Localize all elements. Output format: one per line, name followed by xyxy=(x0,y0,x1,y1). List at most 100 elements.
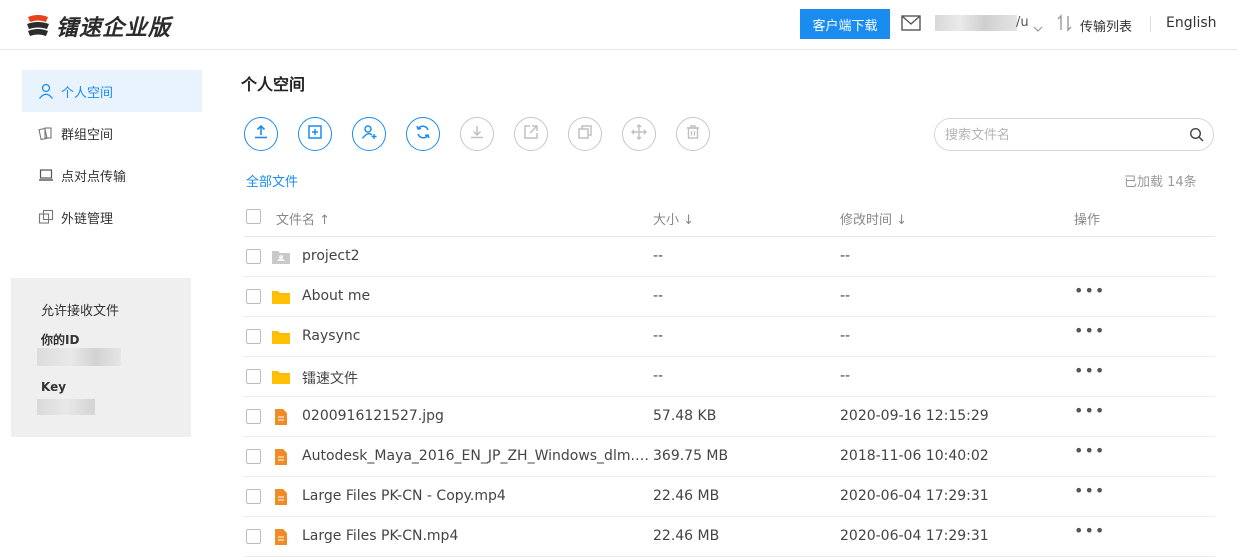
search-input[interactable] xyxy=(945,125,1185,145)
more-actions-icon[interactable]: ••• xyxy=(1074,281,1105,300)
document-icon xyxy=(271,408,291,426)
file-size: 22.46 MB xyxy=(653,488,720,504)
upload-button[interactable] xyxy=(244,117,278,151)
file-name[interactable]: 镭速文件 xyxy=(302,368,654,388)
file-modified-time: -- xyxy=(840,328,851,344)
file-modified-time: 2020-06-04 17:29:31 xyxy=(840,528,989,544)
table-header: 文件名 ↑ 大小 ↓ 修改时间 ↓ 操作 xyxy=(244,197,1215,237)
table-row[interactable]: 镭速文件 -- -- ••• xyxy=(244,357,1215,397)
user-id-label: 你的ID xyxy=(41,333,80,347)
table-row[interactable]: Large Files PK-CN - Copy.mp4 22.46 MB 2020… xyxy=(244,477,1215,517)
share-user-button[interactable] xyxy=(352,117,386,151)
sidebar-item-link-management[interactable]: 外链管理 xyxy=(22,196,202,238)
language-switch[interactable]: English xyxy=(1166,15,1217,31)
table-row[interactable]: About me -- -- ••• xyxy=(244,277,1215,317)
new-folder-icon xyxy=(306,123,324,145)
sort-down-icon: ↓ xyxy=(896,213,908,228)
sidebar-item-label: 群组空间 xyxy=(61,127,114,143)
external-link-icon xyxy=(522,123,540,145)
client-download-button[interactable]: 客户端下载 xyxy=(800,9,890,39)
column-size-label: 大小 xyxy=(653,213,680,228)
select-all-checkbox[interactable] xyxy=(246,209,261,224)
sidebar-item-personal-space[interactable]: 个人空间 xyxy=(22,70,202,112)
file-name[interactable]: 0200916121527.jpg xyxy=(302,408,654,424)
row-checkbox[interactable] xyxy=(246,449,261,464)
more-actions-icon[interactable]: ••• xyxy=(1074,361,1105,380)
new-folder-button[interactable] xyxy=(298,117,332,151)
external-link-button[interactable] xyxy=(514,117,548,151)
upload-icon xyxy=(252,123,270,145)
column-header-name[interactable]: 文件名 ↑ xyxy=(276,209,330,228)
mail-icon[interactable] xyxy=(901,15,921,35)
app-logo[interactable]: 镭速企业版 xyxy=(24,10,171,42)
document-icon xyxy=(271,488,291,506)
file-size: -- xyxy=(653,368,664,384)
file-name[interactable]: Autodesk_Maya_2016_EN_JP_ZH_Windows_dlm.… xyxy=(302,448,654,464)
table-row[interactable]: project2 -- -- xyxy=(244,237,1215,277)
row-checkbox[interactable] xyxy=(246,409,261,424)
file-name[interactable]: project2 xyxy=(302,248,654,264)
sidebar-item-label: 点对点传输 xyxy=(61,169,127,185)
move-button[interactable] xyxy=(622,117,656,151)
sidebar-item-p2p-transfer[interactable]: 点对点传输 xyxy=(22,154,202,196)
row-checkbox[interactable] xyxy=(246,529,261,544)
receive-files-title: 允许接收文件 xyxy=(41,304,120,319)
file-name[interactable]: Large Files PK-CN.mp4 xyxy=(302,528,654,544)
sidebar-item-group-space[interactable]: 群组空间 xyxy=(22,112,202,154)
file-modified-time: 2020-09-16 12:15:29 xyxy=(840,408,989,424)
transfer-list-label: 传输列表 xyxy=(1080,19,1133,35)
file-modified-time: -- xyxy=(840,368,851,384)
delete-button[interactable] xyxy=(676,117,710,151)
column-name-label: 文件名 xyxy=(276,213,316,228)
row-checkbox[interactable] xyxy=(246,289,261,304)
username-redacted[interactable] xyxy=(935,15,1017,31)
share-user-icon xyxy=(360,123,378,145)
column-header-action: 操作 xyxy=(1074,213,1101,228)
more-actions-icon[interactable]: ••• xyxy=(1074,481,1105,500)
file-modified-time: 2020-06-04 17:29:31 xyxy=(840,488,989,504)
table-row[interactable]: 0200916121527.jpg 57.48 KB 2020-09-16 12:1… xyxy=(244,397,1215,437)
move-icon xyxy=(630,123,648,145)
transfer-list-button[interactable]: 传输列表 xyxy=(1056,14,1132,36)
logo-mark-icon xyxy=(24,12,52,40)
document-icon xyxy=(271,528,291,546)
column-time-label: 修改时间 xyxy=(840,213,893,228)
refresh-icon xyxy=(414,123,432,145)
copy-button[interactable] xyxy=(568,117,602,151)
key-label: Key xyxy=(41,380,67,394)
file-name[interactable]: Raysync xyxy=(302,328,654,344)
download-button[interactable] xyxy=(460,117,494,151)
file-name[interactable]: Large Files PK-CN - Copy.mp4 xyxy=(302,488,654,504)
column-header-time[interactable]: 修改时间 ↓ xyxy=(840,209,907,228)
sidebar-item-label: 个人空间 xyxy=(61,85,114,101)
file-size: -- xyxy=(653,288,664,304)
table-row[interactable]: Raysync -- -- ••• xyxy=(244,317,1215,357)
table-row[interactable]: Large Files PK-CN.mp4 22.46 MB 2020-06-04 … xyxy=(244,517,1215,557)
delete-icon xyxy=(684,123,702,145)
row-checkbox[interactable] xyxy=(246,329,261,344)
more-actions-icon[interactable]: ••• xyxy=(1074,521,1105,540)
more-actions-icon[interactable]: ••• xyxy=(1074,321,1105,340)
top-header: 镭速企业版 客户端下载 /u 传输列表 English xyxy=(0,0,1237,50)
receive-files-panel: 允许接收文件 你的ID Key xyxy=(11,278,191,437)
group-icon xyxy=(38,125,54,141)
refresh-button[interactable] xyxy=(406,117,440,151)
column-header-size[interactable]: 大小 ↓ xyxy=(653,209,694,228)
chevron-down-icon[interactable] xyxy=(1033,18,1043,37)
breadcrumb-all-files[interactable]: 全部文件 xyxy=(246,171,298,190)
file-name[interactable]: About me xyxy=(302,288,654,304)
row-checkbox[interactable] xyxy=(246,249,261,264)
file-size: -- xyxy=(653,328,664,344)
file-size: 369.75 MB xyxy=(653,448,729,464)
more-actions-icon[interactable]: ••• xyxy=(1074,441,1105,460)
table-row[interactable]: Autodesk_Maya_2016_EN_JP_ZH_Windows_dlm.… xyxy=(244,437,1215,477)
file-size: 57.48 KB xyxy=(653,408,717,424)
search-icon[interactable] xyxy=(1189,127,1205,147)
link-icon xyxy=(38,209,54,225)
laptop-icon xyxy=(38,167,54,183)
row-checkbox[interactable] xyxy=(246,369,261,384)
more-actions-icon[interactable]: ••• xyxy=(1074,401,1105,420)
folder-icon xyxy=(271,328,291,346)
user-id-redacted xyxy=(37,348,121,366)
row-checkbox[interactable] xyxy=(246,489,261,504)
